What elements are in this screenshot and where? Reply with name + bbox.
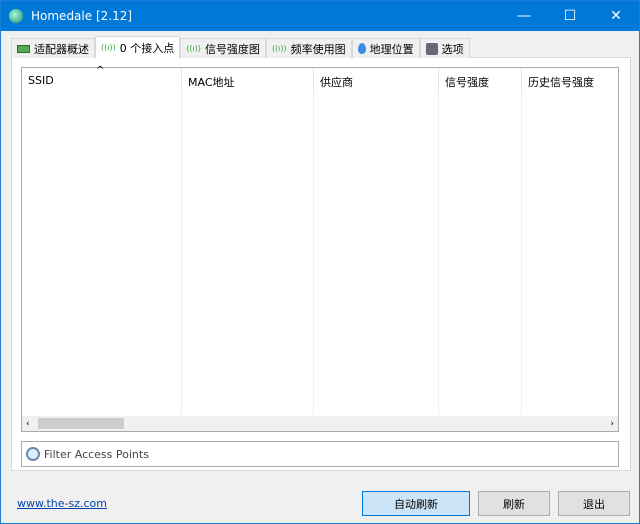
- filter-input[interactable]: Filter Access Points: [21, 441, 619, 467]
- filter-placeholder: Filter Access Points: [44, 447, 149, 461]
- scrollbar-thumb[interactable]: [38, 418, 124, 429]
- horizontal-scrollbar[interactable]: ‹ ›: [22, 416, 618, 431]
- app-globe-icon: [9, 9, 23, 23]
- search-icon: [26, 447, 40, 461]
- list-header: SSID ^ MAC地址 供应商 信号强度 历史信号强度: [22, 65, 618, 90]
- refresh-button[interactable]: 刷新: [478, 491, 550, 516]
- minimize-button[interactable]: —: [501, 1, 547, 31]
- tab-access-points[interactable]: ((ı)) 0 个接入点: [95, 36, 181, 58]
- list-body: [22, 90, 618, 415]
- options-icon: [425, 42, 438, 55]
- column-signal-history[interactable]: 历史信号强度: [522, 68, 618, 90]
- auto-refresh-button[interactable]: 自动刷新: [362, 491, 470, 516]
- tab-signal-graph[interactable]: ((ı)) 信号强度图: [180, 38, 266, 58]
- tab-options[interactable]: 选项: [419, 38, 470, 58]
- column-mac[interactable]: MAC地址: [182, 68, 314, 90]
- tab-adapter-overview[interactable]: 适配器概述: [11, 38, 95, 58]
- column-label: SSID: [28, 74, 54, 87]
- maximize-button[interactable]: ☐: [547, 1, 593, 31]
- location-pin-icon: [357, 43, 366, 54]
- website-link[interactable]: www.the-sz.com: [17, 497, 107, 510]
- scroll-right-icon[interactable]: ›: [610, 419, 614, 429]
- column-signal[interactable]: 信号强度: [439, 68, 522, 90]
- tab-label: 选项: [441, 42, 464, 56]
- tab-label: 0 个接入点: [119, 41, 175, 55]
- column-vendor[interactable]: 供应商: [314, 68, 439, 90]
- sort-ascending-icon: ^: [96, 65, 105, 76]
- antenna-icon: ((ı)): [186, 44, 201, 53]
- access-point-list[interactable]: SSID ^ MAC地址 供应商 信号强度 历史信号强度 ‹ ›: [21, 65, 619, 432]
- tab-label: 地理位置: [369, 42, 414, 56]
- tab-frequency-usage[interactable]: ((ı)) 频率使用图: [265, 38, 352, 58]
- close-button[interactable]: ✕: [593, 1, 639, 31]
- antenna-icon: ((ı)): [101, 43, 116, 52]
- antenna-icon: ((ı)): [271, 44, 287, 53]
- exit-button[interactable]: 退出: [558, 491, 630, 516]
- tab-label: 适配器概述: [34, 42, 89, 56]
- adapter-icon: [17, 44, 30, 53]
- column-ssid[interactable]: SSID ^: [22, 65, 182, 90]
- tab-bar: 适配器概述 ((ı)) 0 个接入点 ((ı)) 信号强度图 ((ı)) 频率使用图 …: [11, 36, 470, 58]
- tab-label: 信号强度图: [204, 42, 260, 56]
- tab-location[interactable]: 地理位置: [351, 38, 420, 58]
- scroll-left-icon[interactable]: ‹: [26, 419, 30, 429]
- tab-label: 频率使用图: [290, 42, 346, 56]
- window-title: Homedale [2.12]: [31, 9, 133, 23]
